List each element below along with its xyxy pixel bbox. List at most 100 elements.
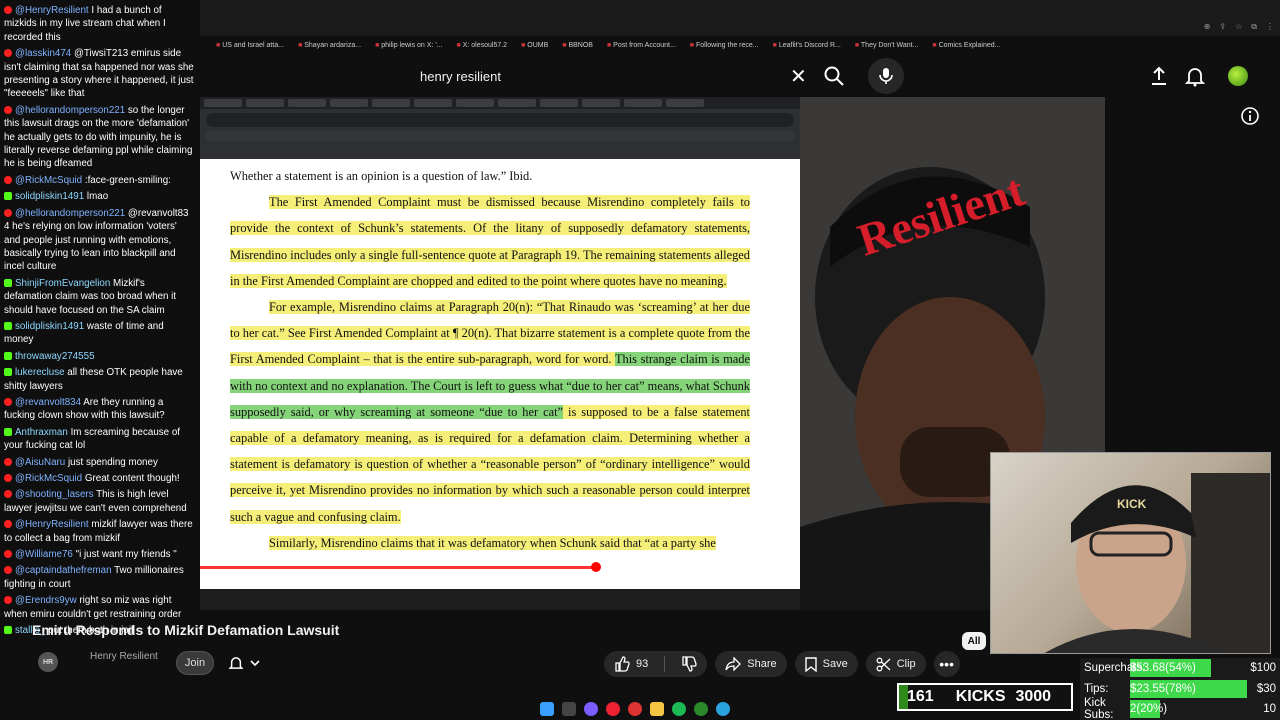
- chat-message: @AisuNaru just spending money: [4, 456, 194, 469]
- youtube-icon: [4, 6, 12, 14]
- notifications-button[interactable]: [222, 651, 278, 675]
- chat-message: @RickMcSquid :face-green-smiling:: [4, 174, 194, 187]
- os-taskbar: [540, 700, 730, 718]
- kick-icon: [4, 427, 12, 436]
- chat-username[interactable]: @HenryResilient: [15, 519, 89, 530]
- youtube-icon: [4, 566, 12, 575]
- youtube-icon: [4, 208, 12, 217]
- extensions-icon[interactable]: ⧉: [1251, 22, 1257, 32]
- upload-icon[interactable]: [1148, 65, 1170, 87]
- recorder-icon[interactable]: [606, 702, 620, 716]
- chat-username[interactable]: solidpliskin1491: [15, 321, 84, 332]
- close-icon[interactable]: ✕: [790, 64, 807, 89]
- chat-username[interactable]: @Williame76: [15, 549, 73, 560]
- chat-text: "i just want my friends ": [75, 549, 177, 561]
- chat-username[interactable]: @shooting_lasers: [15, 489, 94, 500]
- kick-icon: [4, 321, 12, 330]
- bookmark-item[interactable]: BBNOB: [562, 42, 593, 49]
- video-player[interactable]: Whether a statement is an opinion is a q…: [200, 97, 1105, 610]
- share-button[interactable]: Share: [715, 651, 787, 677]
- progress-scrubber[interactable]: [591, 562, 601, 572]
- browser-icon[interactable]: [584, 702, 598, 716]
- mic-icon: [879, 68, 893, 84]
- bookmark-item[interactable]: Comics Explained...: [932, 42, 1001, 49]
- channel-name[interactable]: Henry Resilient: [90, 651, 158, 662]
- kick-icon: [4, 626, 12, 635]
- youtube-icon: [4, 474, 12, 482]
- goal-row: Superchats: $53.68(54%) $100: [1080, 658, 1280, 679]
- star-icon[interactable]: ☆: [1235, 22, 1242, 32]
- chat-username[interactable]: lukerecluse: [15, 367, 65, 378]
- more-actions-button[interactable]: •••: [933, 651, 960, 677]
- like-button[interactable]: 93: [604, 651, 658, 677]
- voice-search-button[interactable]: [868, 58, 904, 94]
- bell-icon[interactable]: [1184, 65, 1206, 87]
- chat-username[interactable]: @RickMcSquid: [15, 473, 82, 484]
- video-progress-bar[interactable]: [200, 566, 596, 569]
- bookmark-item[interactable]: Shayan ardariza...: [298, 42, 361, 49]
- youtube-icon: [4, 175, 12, 184]
- filter-chip-all[interactable]: All: [962, 632, 986, 650]
- menu-icon[interactable]: ⋮: [1266, 22, 1274, 32]
- chat-username[interactable]: @Erendrs9yw: [15, 595, 77, 606]
- clip-button[interactable]: Clip: [865, 651, 926, 677]
- bookmark-item[interactable]: OUMB: [521, 42, 548, 49]
- youtube-icon: [4, 457, 12, 466]
- chat-username[interactable]: @hellorandomperson221: [15, 105, 125, 116]
- reactor-figure: KICK: [1044, 473, 1270, 653]
- spotify-icon[interactable]: [672, 702, 686, 716]
- bookmark-item[interactable]: Leaflit's Discord R...: [773, 42, 841, 49]
- search-icon[interactable]: [822, 64, 846, 88]
- info-icon[interactable]: [1240, 106, 1260, 126]
- bookmark-item[interactable]: Post from Account...: [607, 42, 676, 49]
- channel-avatar[interactable]: HR: [38, 652, 58, 672]
- xbox-icon[interactable]: [694, 702, 708, 716]
- windows-start-icon[interactable]: [540, 702, 554, 716]
- bookmark-item[interactable]: philip lewis on X: '...: [375, 42, 442, 49]
- chrome-icon[interactable]: [628, 702, 642, 716]
- kick-icon: [4, 351, 12, 360]
- youtube-icon: [4, 520, 12, 529]
- chat-username[interactable]: ShinjiFromEvangelion: [15, 278, 110, 289]
- chat-username[interactable]: @revanvolt834: [15, 397, 81, 408]
- chat-username[interactable]: @hellorandomperson221: [15, 208, 125, 219]
- chat-message: solidpliskin1491 waste of time and money: [4, 320, 194, 347]
- folder-icon[interactable]: [650, 702, 664, 716]
- zoom-icon[interactable]: ⊕: [1204, 22, 1211, 32]
- goal-amount: 2(20%): [1130, 703, 1168, 716]
- youtube-icon: [4, 397, 12, 406]
- chat-message: @revanvolt834 Are they running a fucking…: [4, 396, 194, 423]
- telegram-icon[interactable]: [716, 702, 730, 716]
- search-icon[interactable]: [562, 702, 576, 716]
- chat-username[interactable]: @AisuNaru: [15, 457, 65, 468]
- chat-message: @captaindathefreman Two millionaires fig…: [4, 564, 194, 591]
- chat-username[interactable]: @HenryResilient: [15, 5, 89, 16]
- bookmark-item[interactable]: They Don't Want...: [855, 42, 919, 49]
- chat-username[interactable]: throwaway274555: [15, 351, 95, 362]
- like-dislike-group: 93: [604, 651, 708, 677]
- kick-icon: [4, 368, 12, 377]
- highlighted-text: Similarly, Misrendino claims that it was…: [269, 535, 716, 550]
- chat-username[interactable]: solidpliskin1491: [15, 191, 84, 202]
- bookmark-item[interactable]: X: olesoul57.2: [457, 42, 507, 49]
- chat-username[interactable]: Anthraxman: [15, 427, 68, 438]
- youtube-header: henry resilient ✕: [200, 56, 1280, 96]
- chat-username[interactable]: @captaindathefreman: [15, 565, 112, 576]
- youtube-icon: [4, 105, 12, 114]
- join-button[interactable]: Join: [176, 651, 214, 675]
- chat-username[interactable]: @lasskin474: [15, 48, 71, 59]
- doc-paragraph-1: The First Amended Complaint must be dism…: [230, 189, 750, 294]
- account-avatar[interactable]: [1228, 66, 1248, 86]
- goal-amount: $53.68(54%): [1130, 662, 1196, 675]
- bookmark-item[interactable]: US and Israel atta...: [216, 42, 284, 49]
- share-icon[interactable]: ⇪: [1219, 22, 1226, 32]
- bookmark-item[interactable]: Following the rece...: [690, 42, 759, 49]
- search-input[interactable]: henry resilient: [410, 56, 810, 96]
- chat-message: @lasskin474 @TiwsiT213 emirus side isn't…: [4, 47, 194, 101]
- scissors-icon: [876, 657, 891, 671]
- dislike-button[interactable]: [671, 651, 707, 677]
- goal-label: Superchats:: [1084, 662, 1146, 675]
- doc-line-ibid: Whether a statement is an opinion is a q…: [230, 169, 533, 183]
- chat-username[interactable]: @RickMcSquid: [15, 175, 82, 186]
- save-button[interactable]: Save: [794, 651, 858, 677]
